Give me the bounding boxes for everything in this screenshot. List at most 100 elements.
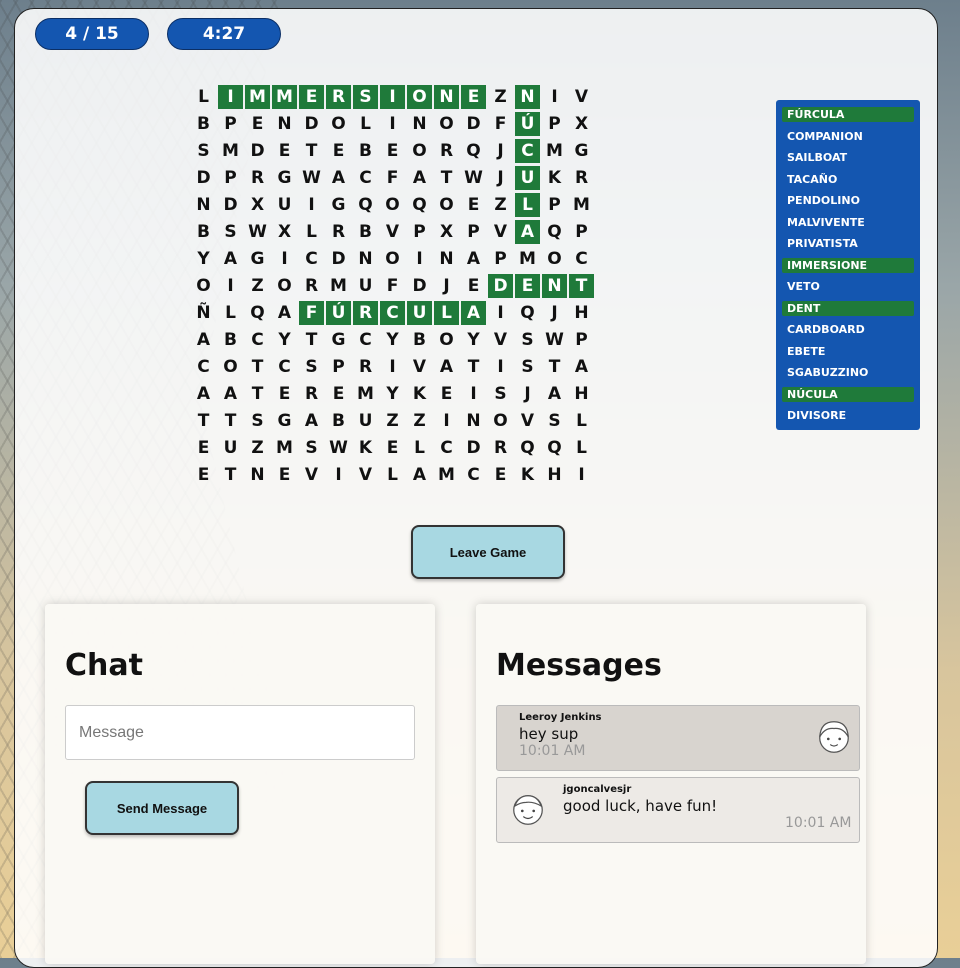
grid-cell[interactable]: P	[488, 247, 513, 271]
grid-cell[interactable]: S	[515, 355, 540, 379]
grid-cell[interactable]: R	[353, 355, 378, 379]
grid-cell[interactable]: G	[326, 193, 351, 217]
grid-cell[interactable]: W	[461, 166, 486, 190]
grid-cell[interactable]: A	[542, 382, 567, 406]
grid-cell[interactable]: Y	[191, 247, 216, 271]
grid-cell[interactable]: M	[218, 139, 243, 163]
grid-cell[interactable]: B	[326, 409, 351, 433]
grid-cell[interactable]: S	[299, 355, 324, 379]
grid-cell[interactable]: E	[191, 436, 216, 460]
grid-cell[interactable]: R	[326, 220, 351, 244]
grid-cell[interactable]: C	[272, 355, 297, 379]
grid-cell[interactable]: O	[434, 112, 459, 136]
grid-cell[interactable]: N	[353, 247, 378, 271]
grid-cell[interactable]: N	[542, 274, 567, 298]
grid-cell[interactable]: F	[380, 166, 405, 190]
grid-cell[interactable]: K	[542, 166, 567, 190]
grid-cell[interactable]: A	[191, 382, 216, 406]
grid-cell[interactable]: T	[299, 139, 324, 163]
grid-cell[interactable]: E	[326, 382, 351, 406]
grid-cell[interactable]: A	[218, 247, 243, 271]
grid-cell[interactable]: K	[515, 463, 540, 487]
grid-cell[interactable]: M	[434, 463, 459, 487]
grid-cell[interactable]: E	[272, 139, 297, 163]
grid-cell[interactable]: S	[218, 220, 243, 244]
grid-cell[interactable]: Y	[380, 382, 405, 406]
grid-cell[interactable]: J	[488, 139, 513, 163]
grid-cell[interactable]: Y	[461, 328, 486, 352]
grid-cell[interactable]: V	[488, 220, 513, 244]
grid-cell[interactable]: G	[326, 328, 351, 352]
grid-cell[interactable]: H	[542, 463, 567, 487]
grid-cell[interactable]: H	[569, 382, 594, 406]
grid-cell[interactable]: O	[326, 112, 351, 136]
grid-cell[interactable]: U	[515, 166, 540, 190]
grid-cell[interactable]: P	[326, 355, 351, 379]
grid-cell[interactable]: A	[191, 328, 216, 352]
grid-cell[interactable]: A	[218, 382, 243, 406]
grid-cell[interactable]: J	[542, 301, 567, 325]
grid-cell[interactable]: L	[569, 409, 594, 433]
grid-cell[interactable]: E	[461, 274, 486, 298]
grid-cell[interactable]: E	[272, 382, 297, 406]
grid-cell[interactable]: A	[407, 166, 432, 190]
message-input[interactable]	[65, 705, 415, 760]
grid-cell[interactable]: U	[353, 409, 378, 433]
grid-cell[interactable]: C	[380, 301, 405, 325]
grid-cell[interactable]: M	[569, 193, 594, 217]
grid-cell[interactable]: T	[218, 409, 243, 433]
grid-cell[interactable]: A	[569, 355, 594, 379]
grid-cell[interactable]: E	[272, 463, 297, 487]
grid-cell[interactable]: D	[488, 274, 513, 298]
grid-cell[interactable]: A	[461, 247, 486, 271]
grid-cell[interactable]: L	[353, 112, 378, 136]
grid-cell[interactable]: E	[461, 85, 486, 109]
grid-cell[interactable]: K	[353, 436, 378, 460]
grid-cell[interactable]: G	[272, 409, 297, 433]
grid-cell[interactable]: S	[488, 382, 513, 406]
grid-cell[interactable]: S	[245, 409, 270, 433]
grid-cell[interactable]: C	[569, 247, 594, 271]
grid-cell[interactable]: T	[245, 382, 270, 406]
grid-cell[interactable]: M	[515, 247, 540, 271]
grid-cell[interactable]: P	[218, 112, 243, 136]
grid-cell[interactable]: B	[353, 220, 378, 244]
grid-cell[interactable]: A	[326, 166, 351, 190]
grid-cell[interactable]: W	[326, 436, 351, 460]
grid-cell[interactable]: E	[191, 463, 216, 487]
grid-cell[interactable]: M	[353, 382, 378, 406]
grid-cell[interactable]: C	[353, 166, 378, 190]
grid-cell[interactable]: I	[218, 274, 243, 298]
grid-cell[interactable]: N	[407, 112, 432, 136]
grid-cell[interactable]: L	[515, 193, 540, 217]
grid-cell[interactable]: N	[191, 193, 216, 217]
grid-cell[interactable]: I	[299, 193, 324, 217]
grid-cell[interactable]: Z	[407, 409, 432, 433]
grid-cell[interactable]: N	[434, 247, 459, 271]
leave-game-button[interactable]: Leave Game	[411, 525, 565, 579]
grid-cell[interactable]: L	[380, 463, 405, 487]
grid-cell[interactable]: B	[191, 112, 216, 136]
grid-cell[interactable]: J	[488, 166, 513, 190]
grid-cell[interactable]: D	[461, 436, 486, 460]
grid-cell[interactable]: T	[542, 355, 567, 379]
grid-cell[interactable]: R	[299, 382, 324, 406]
grid-cell[interactable]: M	[272, 436, 297, 460]
grid-cell[interactable]: T	[191, 409, 216, 433]
grid-cell[interactable]: E	[380, 139, 405, 163]
grid-cell[interactable]: D	[191, 166, 216, 190]
grid-cell[interactable]: V	[488, 328, 513, 352]
grid-cell[interactable]: T	[569, 274, 594, 298]
grid-cell[interactable]: D	[326, 247, 351, 271]
grid-cell[interactable]: I	[380, 85, 405, 109]
grid-cell[interactable]: B	[218, 328, 243, 352]
grid-cell[interactable]: Q	[461, 139, 486, 163]
grid-cell[interactable]: I	[326, 463, 351, 487]
grid-cell[interactable]: A	[515, 220, 540, 244]
grid-cell[interactable]: W	[542, 328, 567, 352]
grid-cell[interactable]: D	[299, 112, 324, 136]
grid-cell[interactable]: U	[407, 301, 432, 325]
grid-cell[interactable]: G	[245, 247, 270, 271]
grid-cell[interactable]: C	[461, 463, 486, 487]
grid-cell[interactable]: S	[515, 328, 540, 352]
